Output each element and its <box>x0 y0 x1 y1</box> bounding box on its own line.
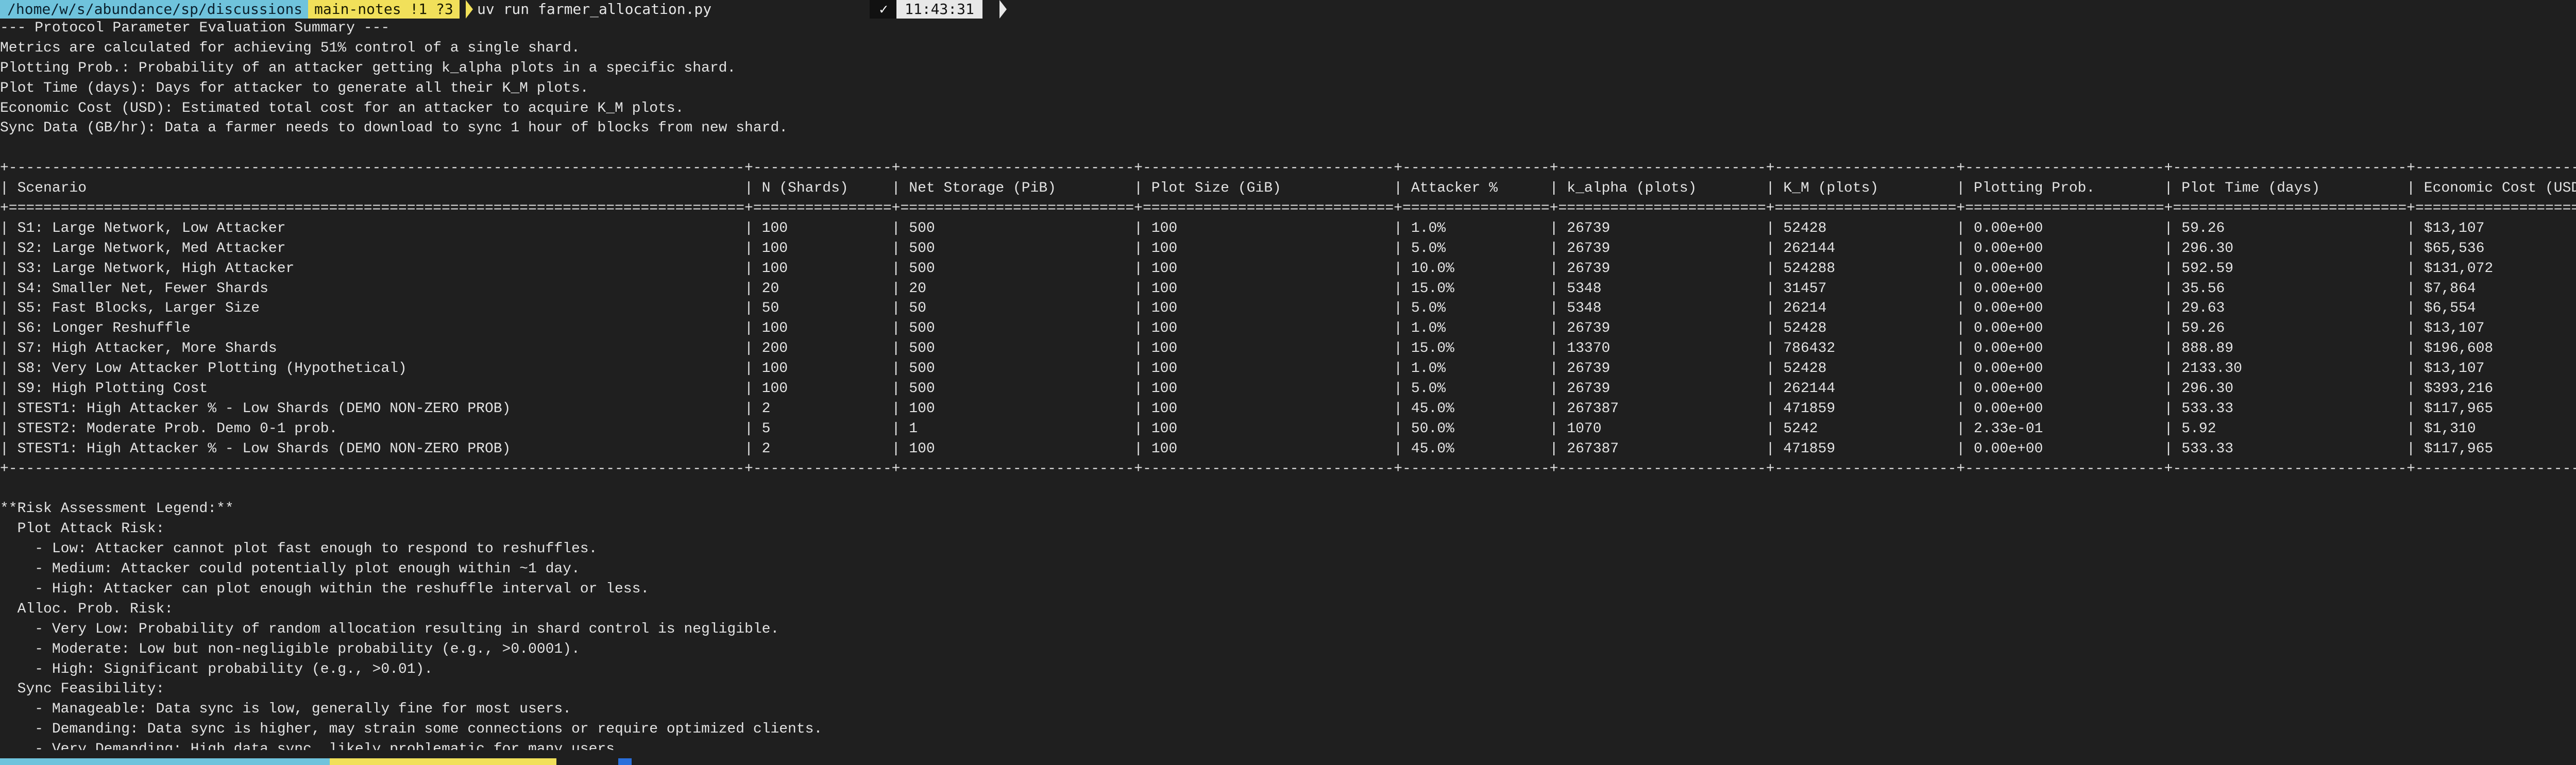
status-bar-path-segment <box>0 758 330 765</box>
terminal-line: Economic Cost (USD): Estimated total cos… <box>0 100 684 116</box>
terminal-line: - Manageable: Data sync is low, generall… <box>0 701 571 718</box>
terminal-status-bar <box>0 758 2576 765</box>
prompt-path-separator <box>301 0 308 19</box>
prompt-command[interactable]: uv run farmer_allocation.py <box>473 0 716 19</box>
terminal-line: +---------------------------------------… <box>0 160 2576 177</box>
prompt-clock-separator <box>999 0 1007 19</box>
terminal-line: - Very Low: Probability of random alloca… <box>0 621 779 637</box>
terminal-line: Plot Attack Risk: <box>0 521 165 537</box>
terminal-line: +=======================================… <box>0 200 2576 217</box>
prompt-clock: 11:43:31 <box>896 0 982 19</box>
terminal-line: --- Protocol Parameter Evaluation Summar… <box>0 20 390 36</box>
terminal-line: | S7: High Attacker, More Shards | 200 |… <box>0 341 2494 357</box>
terminal-line: - Medium: Attacker could potentially plo… <box>0 561 580 577</box>
terminal-line: **Risk Assessment Legend:** <box>0 501 234 517</box>
terminal-output[interactable]: --- Protocol Parameter Evaluation Summar… <box>0 19 2576 750</box>
terminal-line: | S4: Smaller Net, Fewer Shards | 20 | 2… <box>0 280 2476 297</box>
terminal-line: - Low: Attacker cannot plot fast enough … <box>0 541 598 557</box>
terminal-line: +---------------------------------------… <box>0 461 2576 477</box>
terminal-line: Sync Feasibility: <box>0 681 165 698</box>
status-bar-git-segment <box>330 758 556 765</box>
terminal-line: | STEST2: Moderate Prob. Demo 0-1 prob. … <box>0 420 2476 437</box>
terminal-line: - Demanding: Data sync is higher, may st… <box>0 721 823 738</box>
prompt-git-branch: main-notes !1 ?3 <box>308 0 460 19</box>
terminal-line: - High: Attacker can plot enough within … <box>0 581 650 597</box>
terminal-line: Alloc. Prob. Risk: <box>0 601 174 617</box>
prompt-bar: /home/w/s/abundance/sp/discussions main-… <box>0 0 2576 19</box>
terminal-line: Metrics are calculated for achieving 51%… <box>0 40 580 56</box>
terminal-line: | S6: Longer Reshuffle | 100 | 500 | 100… <box>0 320 2485 337</box>
terminal-line: - Very Demanding: High data sync, likely… <box>0 741 623 750</box>
terminal-line: | S5: Fast Blocks, Larger Size | 50 | 50… <box>0 300 2476 317</box>
terminal-line: Sync Data (GB/hr): Data a farmer needs t… <box>0 120 788 137</box>
terminal-line: | S3: Large Network, High Attacker | 100… <box>0 260 2494 277</box>
terminal-line: - Moderate: Low but non-negligible proba… <box>0 641 580 657</box>
terminal-line: Plotting Prob.: Probability of an attack… <box>0 60 736 76</box>
terminal-line: | STEST1: High Attacker % - Low Shards (… <box>0 400 2494 417</box>
terminal-line: | S2: Large Network, Med Attacker | 100 … <box>0 240 2485 257</box>
prompt-path: /home/w/s/abundance/sp/discussions <box>0 0 309 19</box>
terminal-cursor <box>618 758 632 765</box>
terminal-line: | S8: Very Low Attacker Plotting (Hypoth… <box>0 361 2485 377</box>
prompt-git-separator <box>466 0 473 19</box>
terminal-line: | STEST1: High Attacker % - Low Shards (… <box>0 440 2494 457</box>
terminal-line: | Scenario | N (Shards) | Net Storage (P… <box>0 180 2576 197</box>
prompt-status-separator <box>890 0 896 19</box>
terminal-line: Plot Time (days): Days for attacker to g… <box>0 80 589 96</box>
terminal-line: | S1: Large Network, Low Attacker | 100 … <box>0 220 2485 236</box>
terminal-line: - High: Significant probability (e.g., >… <box>0 661 433 677</box>
terminal-line: | S9: High Plotting Cost | 100 | 500 | 1… <box>0 381 2494 397</box>
